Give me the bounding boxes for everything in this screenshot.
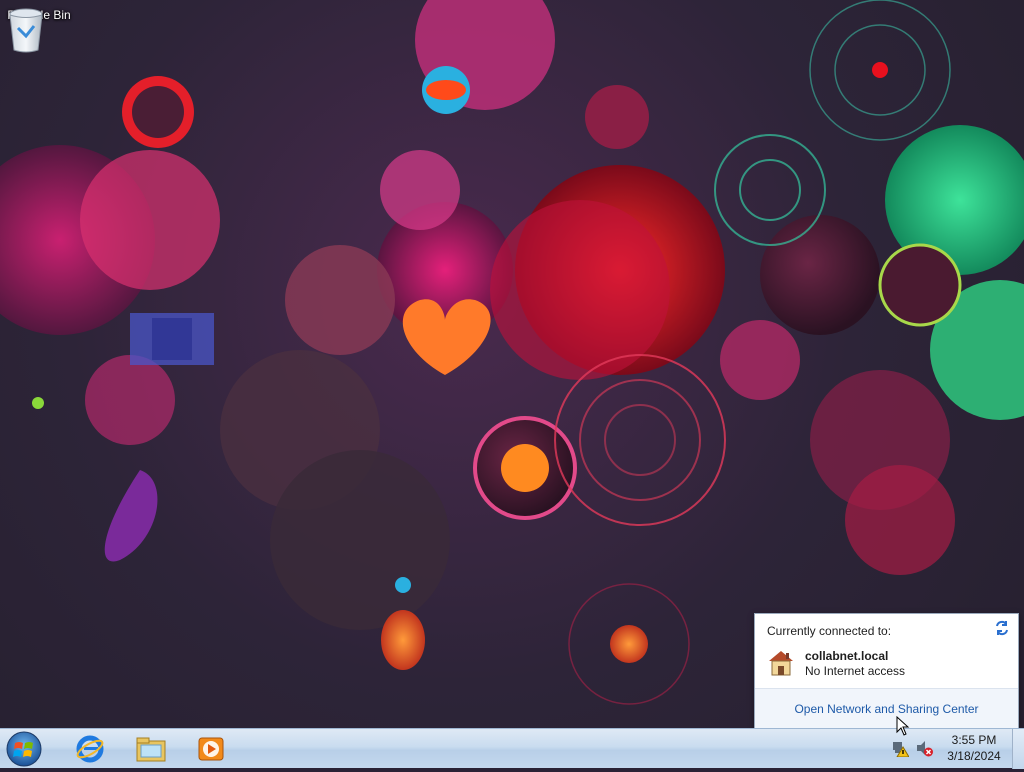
desktop-icon-recycle-bin[interactable]: Recycle Bin	[6, 6, 72, 53]
network-warning-icon[interactable]	[891, 739, 909, 757]
network-status: No Internet access	[805, 664, 906, 678]
windows-explorer-icon	[136, 737, 166, 762]
mouse-cursor-icon	[896, 716, 910, 736]
tray-clock[interactable]: 3:55 PM 3/18/2024	[940, 732, 1008, 764]
windows-start-orb-icon	[6, 731, 42, 767]
taskbar-media-player-button[interactable]	[183, 731, 239, 767]
volume-muted-icon[interactable]	[915, 739, 933, 757]
flyout-title: Currently connected to:	[767, 624, 892, 638]
taskbar: 3:55 PM 3/18/2024	[0, 728, 1024, 769]
clock-time: 3:55 PM	[951, 733, 997, 747]
network-name: collabnet.local	[805, 649, 889, 663]
refresh-icon[interactable]	[994, 620, 1010, 636]
network-home-icon	[769, 651, 793, 676]
show-desktop-button[interactable]	[1012, 729, 1024, 769]
media-player-icon	[198, 737, 224, 761]
clock-date: 3/18/2024	[947, 749, 1001, 763]
start-button[interactable]	[4, 730, 44, 768]
flyout-footer: Open Network and Sharing Center	[755, 688, 1018, 729]
taskbar-internet-explorer-button[interactable]	[62, 731, 118, 767]
recycle-bin-icon	[9, 8, 43, 53]
internet-explorer-icon	[76, 735, 104, 763]
open-network-sharing-center-link[interactable]: Open Network and Sharing Center	[755, 702, 1018, 716]
taskbar-windows-explorer-button[interactable]	[123, 731, 179, 767]
network-flyout: Currently connected to: collabnet.local …	[754, 613, 1019, 729]
